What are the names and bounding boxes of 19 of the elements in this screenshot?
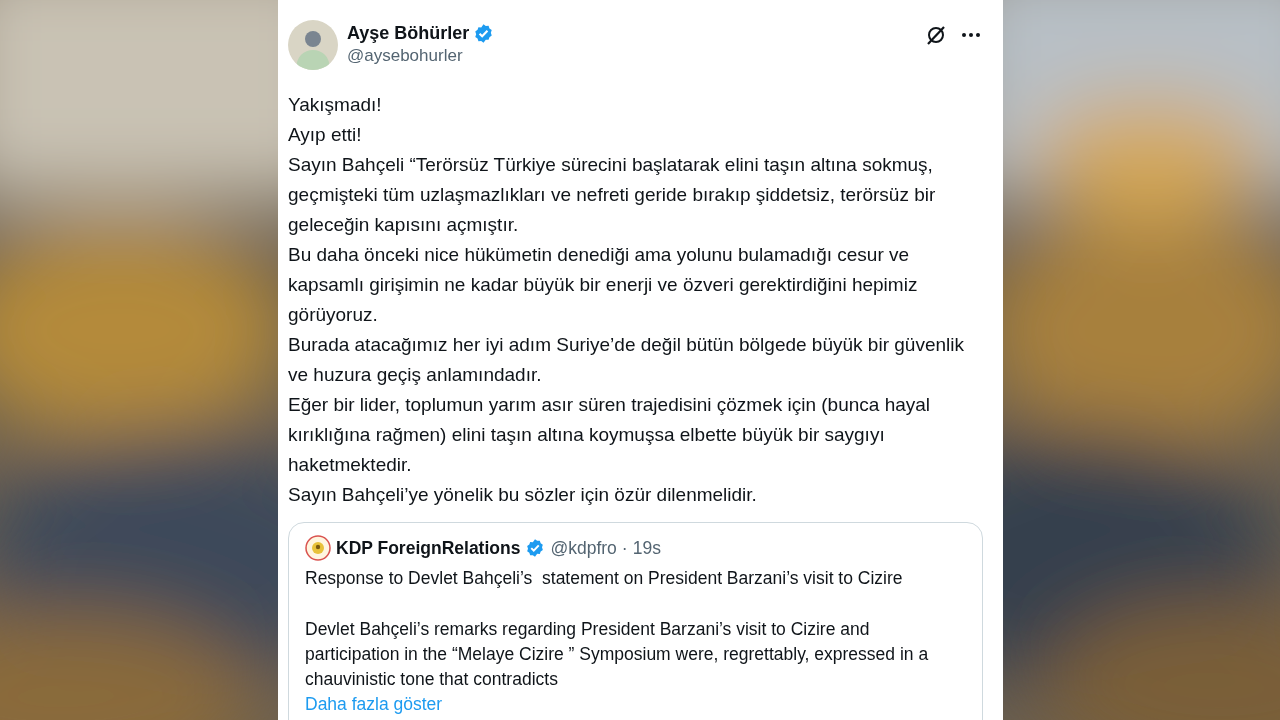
- author-name[interactable]: Ayşe Böhürler: [347, 23, 470, 44]
- post-text: Sayın Bahçeli “Terörsüz Türkiye sürecini başlatarak elini taşın altına sokmuş, geçmişteki tüm uzlaşmazlıkları ve nefreti geride bırakıp şiddetsiz, terörsüz bir geleceğin kapısını açmıştır.: [288, 153, 937, 237]
- timestamp[interactable]: 19s: [632, 537, 661, 559]
- post-text: Bu daha önceki nice hükümetin denediği ama yolunu bulamadığı cesur ve kapsamlı girişimin ne kadar büyük bir enerji ve özveri gerektirdiğini hepimiz görüyoruz.: [288, 243, 919, 327]
- post-text: Burada atacağımız her iyi adım Suriye’de değil bütün bölgede büyük bir güvenlik ve huzura geçiş anlamındadır.: [288, 333, 965, 387]
- quoted-post[interactable]: [288, 522, 983, 720]
- author-handle[interactable]: @kdpfro: [550, 537, 617, 559]
- post-text: Sayın Bahçeli’ye yönelik bu sözler için özür dilenmelidir.: [288, 483, 758, 507]
- post-text: Ayıp etti!: [288, 123, 363, 147]
- post-text: Yakışmadı!: [288, 93, 383, 117]
- more-icon[interactable]: [961, 32, 981, 38]
- avatar[interactable]: [305, 535, 331, 561]
- author-handle[interactable]: @aysebohurler: [347, 46, 916, 66]
- quote-text: Devlet Bahçeli’s remarks regarding President Barzani’s visit to Cizire and participation in the “Melaye Cizire ” Symposium were, regrettably, expressed in a chauvinistic tone that contradicts: [305, 618, 930, 691]
- quote-text: Response to Devlet Bahçeli’s statement on President Barzani’s visit to Cizire: [305, 567, 904, 590]
- post-text: Eğer bir lider, toplumun yarım asır süren trajedisini çözmek için (bunca hayal kırıklığına rağmen) elini taşın altına koymuşsa elbette büyük bir saygıyı haketmektedir.: [288, 393, 932, 477]
- author-name[interactable]: KDP ForeignRelations: [336, 537, 521, 559]
- avatar[interactable]: [288, 20, 338, 70]
- separator: ·: [621, 537, 628, 559]
